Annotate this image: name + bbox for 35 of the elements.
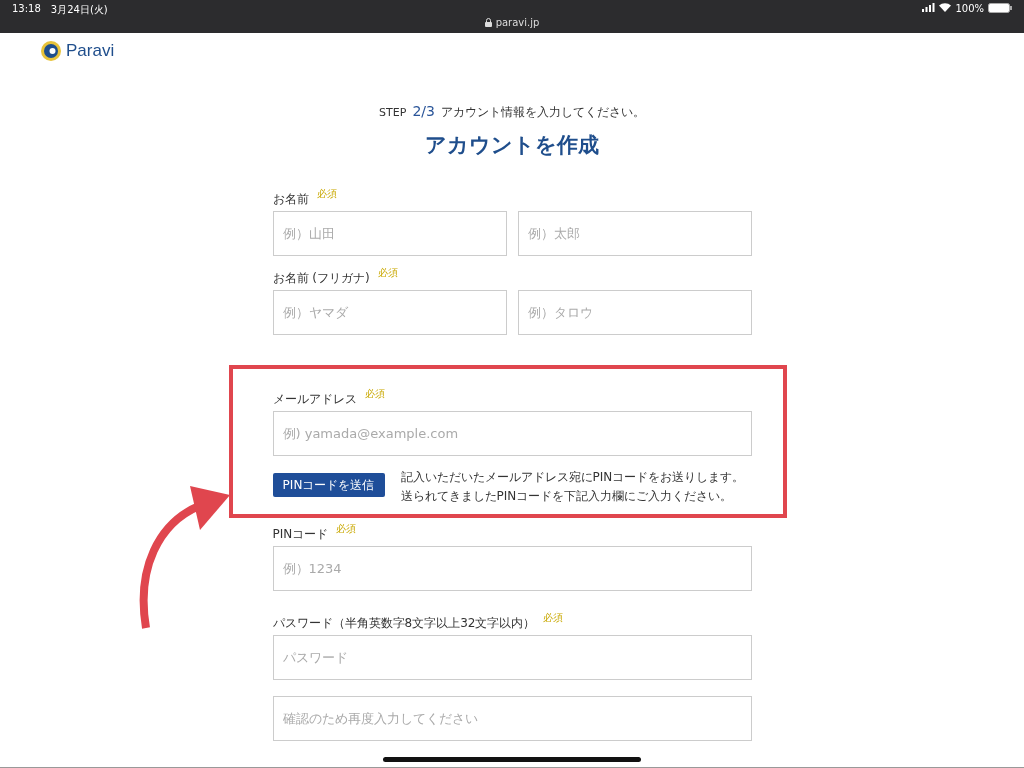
logo-icon [40, 40, 62, 62]
input-field[interactable]: 例）1234 [272, 546, 752, 591]
required-label: 必須 [377, 266, 398, 280]
step-instruction: アカウント情報を入力してください。 [440, 104, 645, 121]
input-field[interactable]: 例）タロウ [517, 290, 752, 335]
required-label: 必須 [543, 611, 564, 625]
step-number: 2/3 [412, 103, 435, 119]
input-field[interactable]: 例）ヤマダ [272, 290, 507, 335]
field-label: メールアドレス [272, 391, 357, 408]
field-label: お名前 [272, 191, 309, 208]
status-time: 13:18 [12, 3, 41, 16]
required-label: 必須 [364, 387, 385, 401]
lock-icon [484, 18, 492, 27]
pin-note: 記入いただいたメールアドレス宛にPINコードをお送りします。 [400, 469, 745, 486]
status-date: 3月24日(火) [50, 3, 108, 17]
pin-note: 送られてきましたPINコードを下記入力欄にご入力ください。 [400, 488, 734, 505]
wifi-icon [939, 3, 952, 12]
field-label: お名前 (フリガナ) [272, 270, 370, 287]
field-label: PINコード [272, 526, 329, 543]
signal-icon [922, 3, 936, 12]
input-field[interactable]: 例）山田 [272, 211, 507, 256]
page-title: アカウントを作成 [424, 132, 600, 159]
input-field[interactable]: パスワード [272, 635, 752, 680]
required-label: 必須 [316, 187, 337, 201]
input-field[interactable]: 例) yamada@example.com [272, 411, 752, 456]
input-field[interactable]: 例）太郎 [517, 211, 752, 256]
logo-text[interactable]: Paravi [66, 41, 115, 61]
step-label: STEP [379, 106, 407, 119]
send-pin-button[interactable]: PINコードを送信 [272, 473, 385, 497]
battery-icon [988, 3, 1012, 13]
required-label: 必須 [336, 522, 357, 536]
url-text[interactable]: paravi.jp [495, 17, 540, 28]
battery-percent: 100% [955, 3, 984, 14]
field-label: パスワード（半角英数字8文字以上32文字以内） [272, 615, 536, 632]
input-field[interactable]: 確認のため再度入力してください [272, 696, 752, 741]
